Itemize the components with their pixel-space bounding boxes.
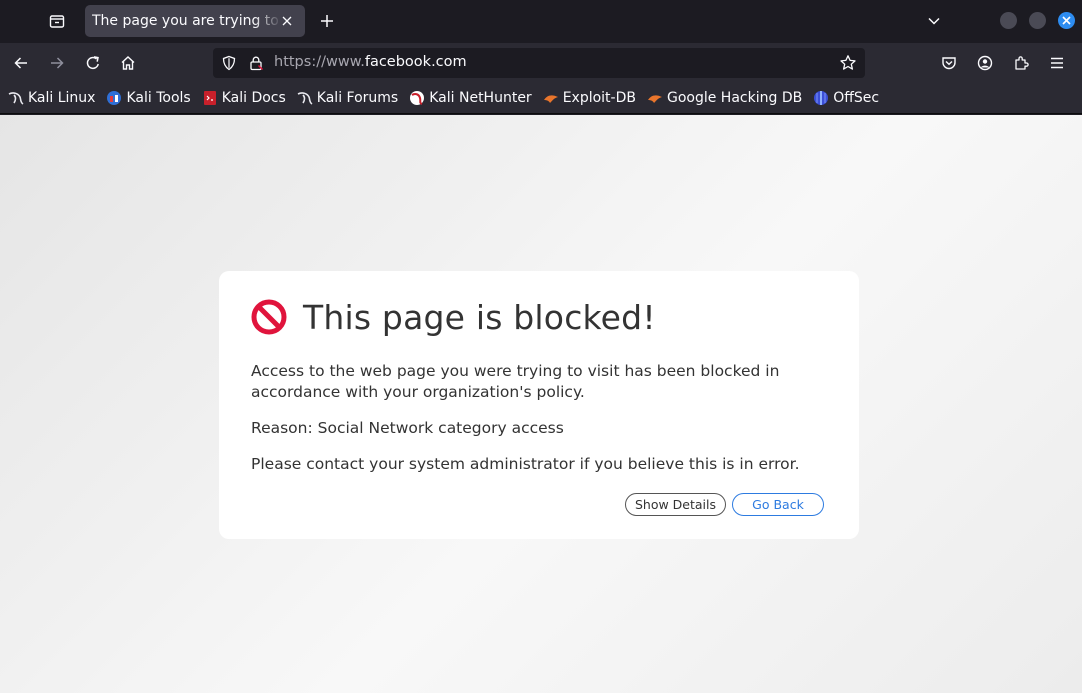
bookmark-kali-forums[interactable]: Kali Forums: [297, 85, 398, 111]
extensions-button[interactable]: [1009, 51, 1033, 75]
block-notice-card: This page is blocked! Access to the web …: [219, 271, 859, 539]
url-text[interactable]: https://www.facebook.com: [274, 54, 467, 70]
bookmark-kali-tools[interactable]: Kali Tools: [106, 85, 191, 111]
arrow-left-icon: [14, 57, 27, 69]
bookmark-offsec[interactable]: OffSec: [813, 85, 879, 111]
forward-button[interactable]: [45, 51, 69, 75]
navigation-toolbar: https://www.facebook.com: [0, 43, 1082, 83]
bookmark-kali-docs[interactable]: Kali Docs: [202, 85, 286, 111]
url-prefix: https://www.: [274, 54, 365, 70]
new-tab-button[interactable]: [315, 9, 339, 33]
puzzle-icon: [1015, 56, 1029, 70]
page-content: This page is blocked! Access to the web …: [0, 115, 1082, 693]
page-title: This page is blocked!: [303, 297, 656, 337]
bookmarks-toolbar: Kali Linux Kali Tools Kali Docs Kali For…: [0, 83, 1082, 114]
plus-icon: [321, 15, 333, 27]
block-notice-header: This page is blocked!: [251, 297, 827, 337]
hamburger-menu-icon: [1051, 57, 1063, 69]
arrow-right-icon: [51, 57, 64, 69]
show-details-button[interactable]: Show Details: [625, 493, 726, 516]
kali-dragon-icon: [8, 90, 24, 106]
account-button[interactable]: [973, 51, 997, 75]
block-contact-note: Please contact your system administrator…: [251, 455, 800, 473]
account-icon: [977, 55, 993, 71]
block-message: Access to the web page you were trying t…: [251, 362, 780, 401]
nethunter-icon: [409, 90, 425, 106]
action-buttons: Show Details Go Back: [625, 493, 824, 516]
tab-close-button[interactable]: [277, 11, 297, 31]
go-back-button[interactable]: Go Back: [732, 493, 824, 516]
window-close-button[interactable]: [1058, 12, 1075, 29]
home-button[interactable]: [116, 51, 140, 75]
tracking-protection-shield-icon[interactable]: [221, 55, 237, 71]
lock-icon[interactable]: [248, 55, 264, 71]
back-button[interactable]: [9, 51, 33, 75]
close-icon: [1062, 16, 1071, 25]
offsec-icon: [813, 90, 829, 106]
home-icon: [121, 56, 135, 70]
app-menu-button[interactable]: [1045, 51, 1069, 75]
url-domain: facebook.com: [364, 54, 467, 70]
pocket-icon: [942, 57, 956, 70]
window-minimize-button[interactable]: [1000, 12, 1017, 29]
kali-dragon-icon: [297, 90, 313, 106]
block-reason: Reason: Social Network category access: [251, 419, 564, 437]
star-bookmark-icon[interactable]: [839, 54, 857, 72]
kali-tools-icon: [106, 90, 122, 106]
reload-icon: [86, 56, 99, 70]
exploit-db-icon: [543, 90, 559, 106]
firefox-view-icon: [49, 15, 65, 28]
exploit-db-icon: [647, 90, 663, 106]
close-icon: [282, 16, 292, 26]
reload-button[interactable]: [81, 51, 105, 75]
tab-strip: The page you are trying to access is blo…: [0, 0, 1082, 43]
bookmark-kali-linux[interactable]: Kali Linux: [8, 85, 95, 111]
list-all-tabs-button[interactable]: [922, 9, 946, 33]
url-bar[interactable]: https://www.facebook.com: [213, 48, 865, 78]
active-tab[interactable]: The page you are trying to access is blo…: [85, 5, 305, 37]
window-maximize-button[interactable]: [1029, 12, 1046, 29]
bookmark-exploit-db[interactable]: Exploit-DB: [543, 85, 636, 111]
tab-title: The page you are trying to access is blo…: [92, 13, 282, 29]
pocket-button[interactable]: [937, 51, 961, 75]
kali-docs-icon: [202, 90, 218, 106]
blocked-prohibited-icon: [251, 299, 287, 335]
chevron-down-icon: [928, 17, 940, 25]
bookmark-kali-nethunter[interactable]: Kali NetHunter: [409, 85, 532, 111]
firefox-view-button[interactable]: [44, 8, 70, 34]
bookmark-google-hacking-db[interactable]: Google Hacking DB: [647, 85, 802, 111]
